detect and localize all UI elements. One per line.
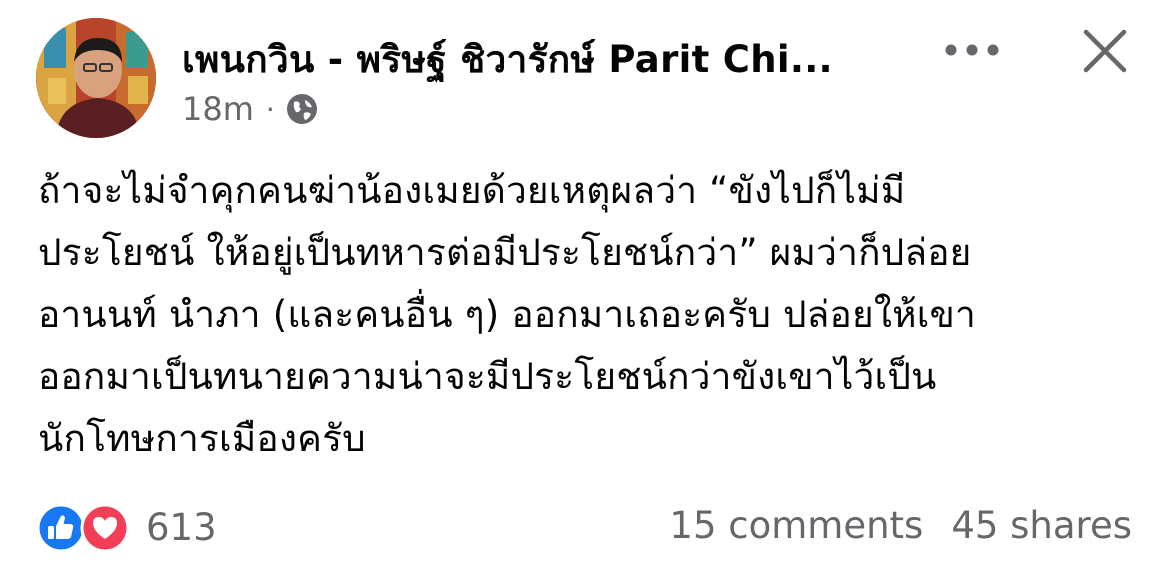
post-timestamp[interactable]: 18m bbox=[182, 90, 254, 128]
globe-icon bbox=[285, 92, 319, 126]
post-meta: 18m · bbox=[182, 90, 319, 128]
engagement-stats: 15 comments 45 shares bbox=[669, 504, 1132, 547]
close-icon bbox=[1083, 29, 1127, 73]
comments-count-link[interactable]: 15 comments bbox=[669, 504, 923, 547]
love-icon bbox=[80, 503, 130, 553]
shares-count-link[interactable]: 45 shares bbox=[951, 504, 1132, 547]
more-horizontal-icon bbox=[945, 44, 999, 56]
facebook-post: เพนกวิน - พริษฐ์ ชิวารักษ์ Parit Chi... … bbox=[0, 0, 1170, 588]
more-options-button[interactable] bbox=[940, 28, 1004, 72]
reaction-count: 613 bbox=[146, 505, 217, 549]
avatar-image bbox=[36, 18, 156, 138]
author-name[interactable]: เพนกวิน - พริษฐ์ ชิวารักษ์ Parit Chi... bbox=[182, 30, 833, 89]
reactions-summary[interactable]: 613 bbox=[36, 500, 217, 554]
close-button[interactable] bbox=[1078, 24, 1132, 78]
meta-separator: · bbox=[265, 92, 275, 126]
post-body-text: ถ้าจะไม่จำคุกคนฆ่าน้องเมยด้วยเหตุผลว่า “… bbox=[38, 169, 977, 460]
like-icon bbox=[36, 503, 86, 553]
author-avatar[interactable] bbox=[36, 18, 156, 138]
reaction-icons bbox=[36, 501, 134, 553]
